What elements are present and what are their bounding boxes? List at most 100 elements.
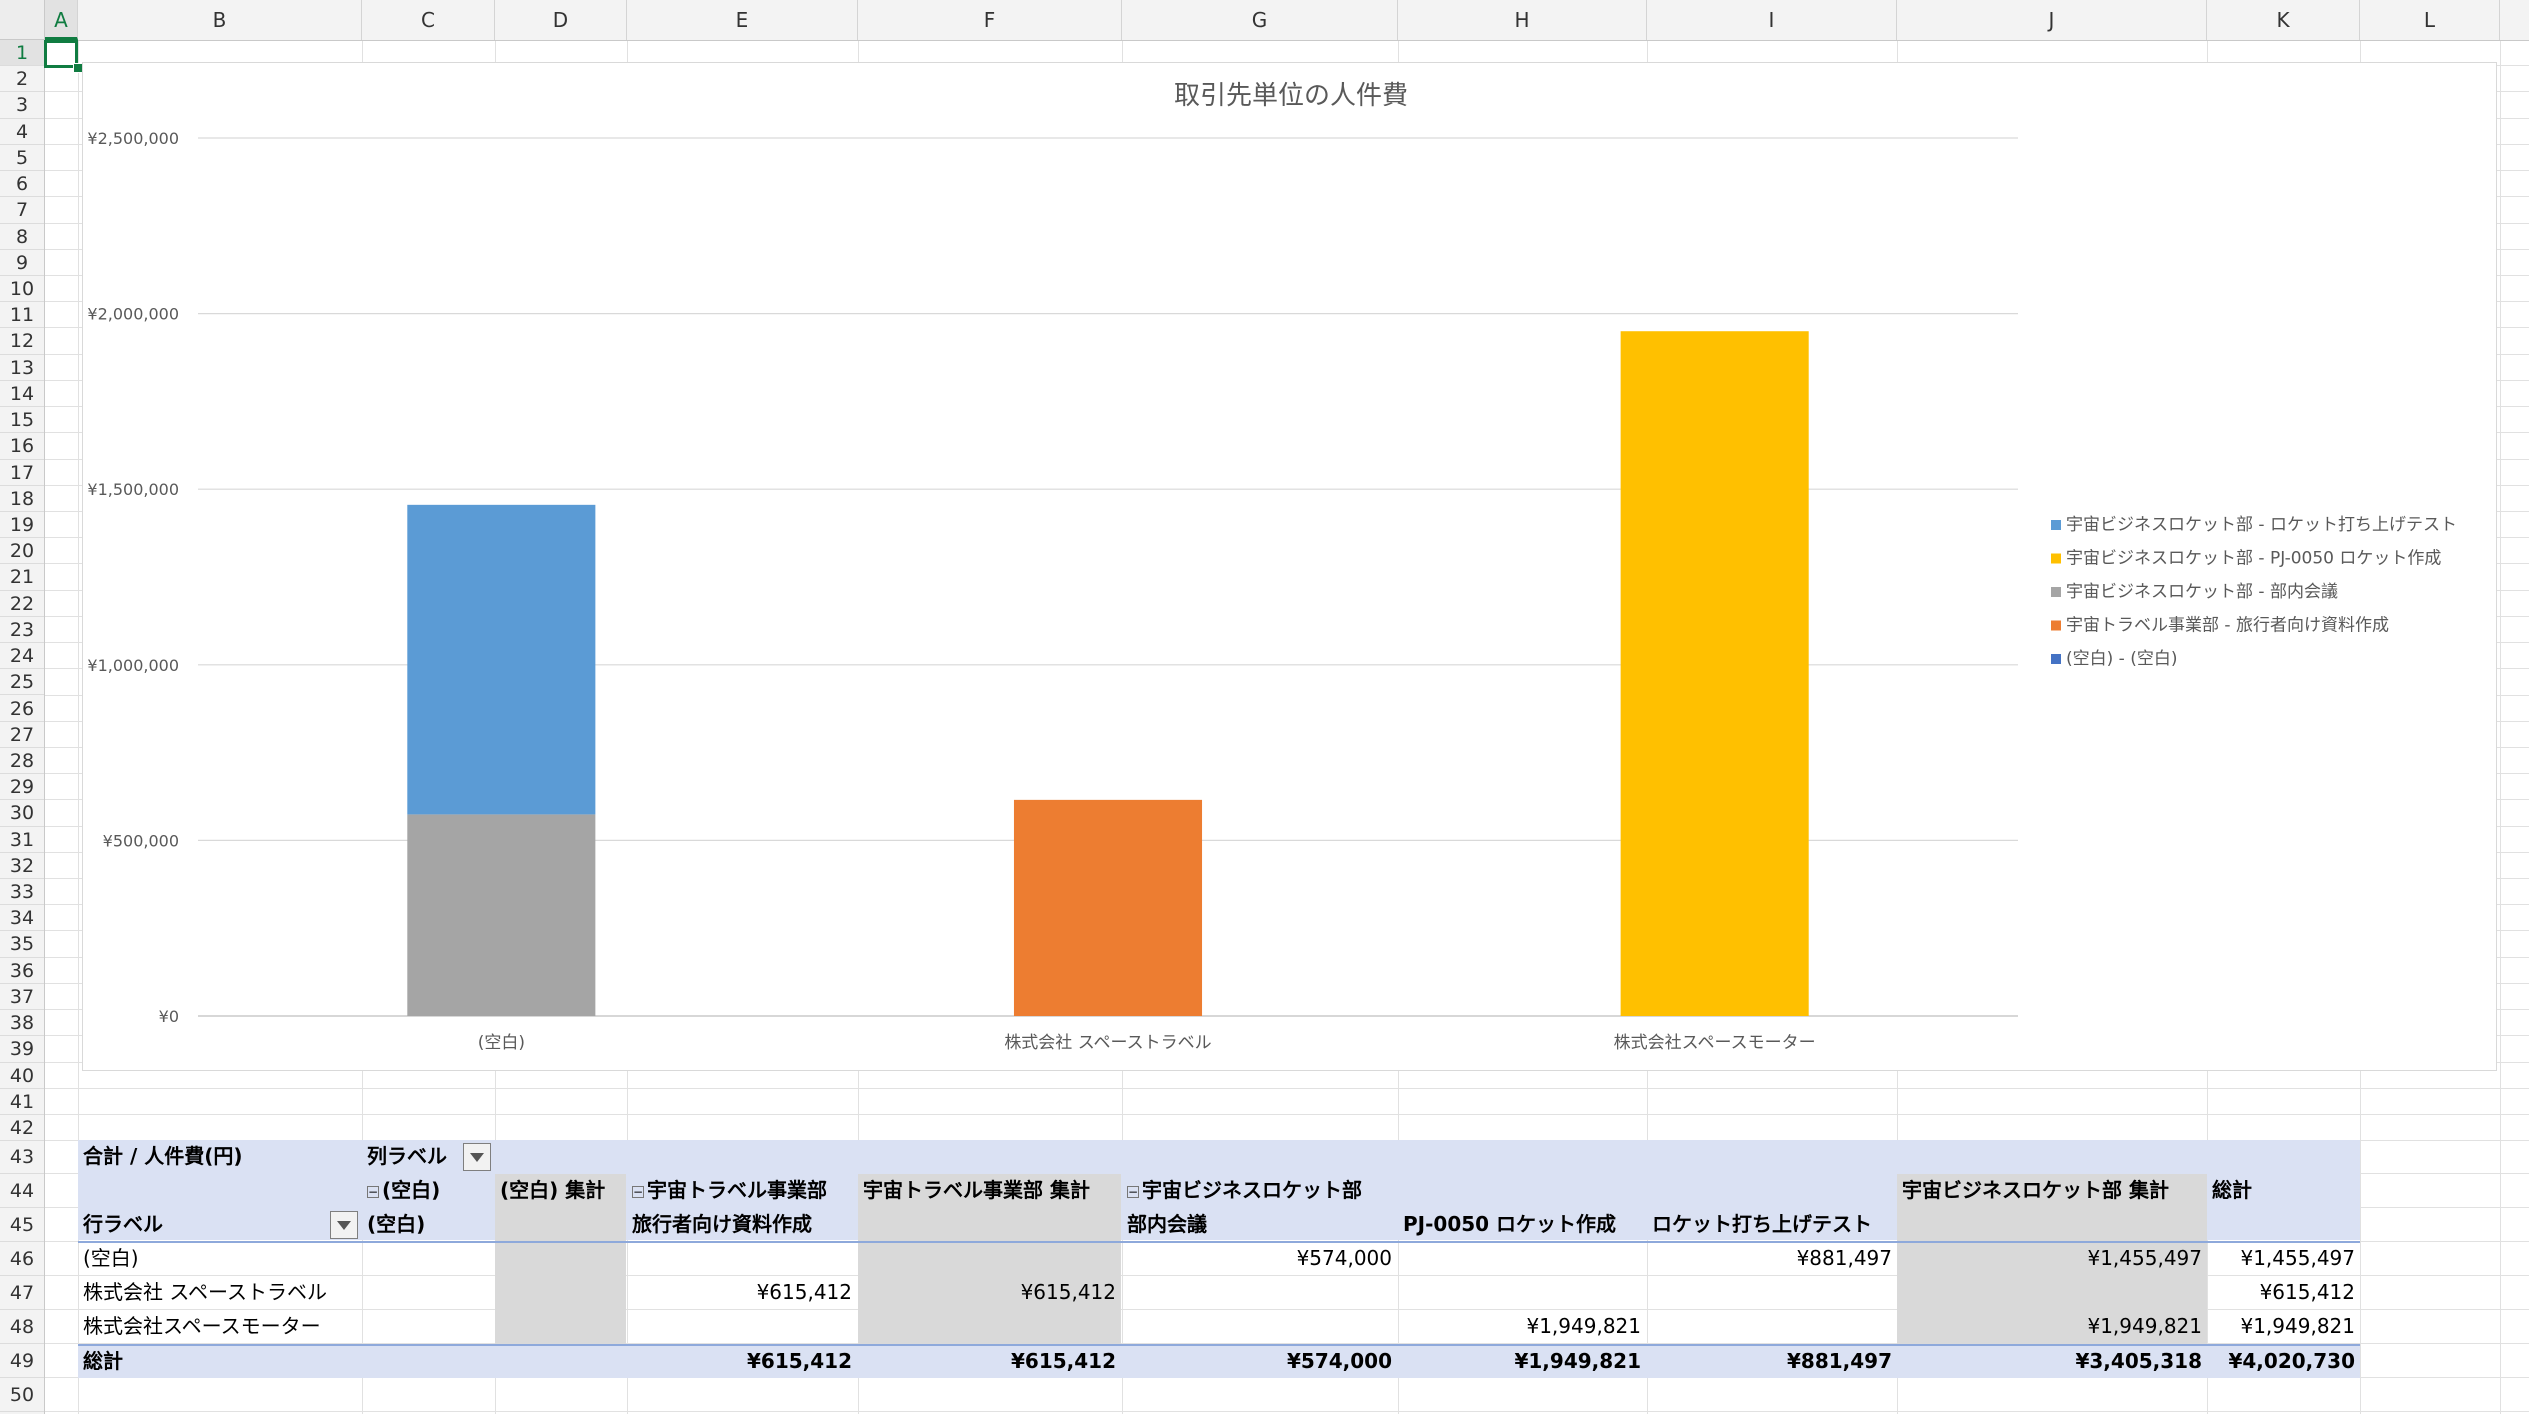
select-all-corner[interactable] xyxy=(0,0,45,40)
row-filter-dropdown[interactable] xyxy=(330,1211,358,1239)
row-header-13[interactable]: 13 xyxy=(0,355,44,381)
pivot-sum-label: 合計 / 人件費(円) xyxy=(83,1144,243,1168)
pivot-cell[interactable]: ¥615,412 xyxy=(858,1276,1121,1309)
row-header-3[interactable]: 3 xyxy=(0,92,44,119)
pivot-cell[interactable]: ¥615,412 xyxy=(627,1276,857,1309)
column-header-g[interactable]: G xyxy=(1122,0,1398,40)
column-header-h[interactable]: H xyxy=(1398,0,1647,40)
row-header-20[interactable]: 20 xyxy=(0,538,44,565)
row-header-12[interactable]: 12 xyxy=(0,328,44,355)
column-header-i[interactable]: I xyxy=(1647,0,1897,40)
row-header-48[interactable]: 48 xyxy=(0,1310,44,1344)
row-header-18[interactable]: 18 xyxy=(0,486,44,512)
row-header-11[interactable]: 11 xyxy=(0,302,44,329)
row-gridline xyxy=(45,1114,2529,1116)
row-header-7[interactable]: 7 xyxy=(0,197,44,224)
pivot-total-cell[interactable]: ¥3,405,318 xyxy=(1897,1345,2207,1378)
row-header-16[interactable]: 16 xyxy=(0,433,44,460)
pivot-cell[interactable]: ¥1,949,821 xyxy=(2207,1310,2360,1343)
row-header-24[interactable]: 24 xyxy=(0,643,44,670)
column-filter-dropdown[interactable] xyxy=(463,1143,491,1171)
travel-group-header[interactable]: − 宇宙トラベル事業部 xyxy=(627,1174,857,1207)
row-header-25[interactable]: 25 xyxy=(0,669,44,696)
row-header-6[interactable]: 6 xyxy=(0,171,44,198)
row-header-23[interactable]: 23 xyxy=(0,617,44,644)
pivot-total-cell[interactable]: ¥881,497 xyxy=(1647,1345,1897,1378)
pivot-total-cell[interactable]: ¥4,020,730 xyxy=(2207,1345,2360,1378)
row-header-22[interactable]: 22 xyxy=(0,591,44,617)
row-header-30[interactable]: 30 xyxy=(0,800,44,827)
row-header-2[interactable]: 2 xyxy=(0,66,44,93)
chart-bars xyxy=(407,331,1809,1016)
pivot-cell[interactable]: ¥615,412 xyxy=(2207,1276,2360,1309)
row-label: (空白) xyxy=(83,1246,139,1270)
row-header-14[interactable]: 14 xyxy=(0,381,44,408)
row-header-9[interactable]: 9 xyxy=(0,250,44,276)
row-header-50[interactable]: 50 xyxy=(0,1378,44,1412)
row-header-21[interactable]: 21 xyxy=(0,564,44,591)
row-header-46[interactable]: 46 xyxy=(0,1242,44,1276)
pivot-total-cell[interactable]: ¥574,000 xyxy=(1122,1345,1397,1378)
pivot-cell[interactable]: ¥1,949,821 xyxy=(1398,1310,1646,1343)
row-header-8[interactable]: 8 xyxy=(0,224,44,250)
row-header-37[interactable]: 37 xyxy=(0,984,44,1011)
x-tick-label: 株式会社 スペーストラベル xyxy=(1004,1033,1211,1053)
row-header-19[interactable]: 19 xyxy=(0,512,44,539)
pivot-cell[interactable]: ¥1,455,497 xyxy=(2207,1242,2360,1275)
row-header-35[interactable]: 35 xyxy=(0,931,44,958)
column-header-l[interactable]: L xyxy=(2360,0,2500,40)
collapse-icon[interactable]: − xyxy=(632,1185,644,1198)
rocket-group-header[interactable]: − 宇宙ビジネスロケット部 xyxy=(1122,1174,1422,1207)
blank-group-header[interactable]: − (空白) xyxy=(362,1174,496,1207)
row-header-45[interactable]: 45 xyxy=(0,1208,44,1242)
pivot-total-cell[interactable]: ¥1,949,821 xyxy=(1398,1345,1646,1378)
pivot-cell[interactable]: ¥1,949,821 xyxy=(1897,1310,2207,1343)
column-header-b[interactable]: B xyxy=(78,0,362,40)
pivot-cell[interactable]: ¥881,497 xyxy=(1647,1242,1897,1275)
row-header-44[interactable]: 44 xyxy=(0,1174,44,1208)
row-header-32[interactable]: 32 xyxy=(0,853,44,880)
row-header-39[interactable]: 39 xyxy=(0,1036,44,1063)
row-header-15[interactable]: 15 xyxy=(0,407,44,434)
row-header-31[interactable]: 31 xyxy=(0,827,44,853)
column-header-c[interactable]: C xyxy=(362,0,495,40)
row-header-29[interactable]: 29 xyxy=(0,774,44,801)
row-header-10[interactable]: 10 xyxy=(0,276,44,303)
meeting-sub-header: 部内会議 xyxy=(1127,1212,1207,1236)
pivot-cell[interactable]: ¥1,455,497 xyxy=(1897,1242,2207,1275)
row-header-40[interactable]: 40 xyxy=(0,1063,44,1089)
row-header-43[interactable]: 43 xyxy=(0,1140,44,1174)
x-tick-label: (空白) xyxy=(478,1033,525,1053)
row-header-41[interactable]: 41 xyxy=(0,1089,44,1116)
stacked-bar-chart[interactable]: 取引先単位の人件費 ¥0 ¥500,000 ¥1,000,000 ¥1,500,000… xyxy=(82,62,2497,1071)
row-header-36[interactable]: 36 xyxy=(0,958,44,984)
row-header-49[interactable]: 49 xyxy=(0,1344,44,1378)
column-header-a[interactable]: A xyxy=(45,0,78,40)
column-header-j[interactable]: J xyxy=(1897,0,2207,40)
row-header-27[interactable]: 27 xyxy=(0,722,44,748)
chart-legend: 宇宙ビジネスロケット部 - ロケット打ち上げテスト宇宙ビジネスロケット部 - P… xyxy=(2051,515,2457,669)
row-header-42[interactable]: 42 xyxy=(0,1115,44,1142)
row-header-26[interactable]: 26 xyxy=(0,696,44,722)
row-header-4[interactable]: 4 xyxy=(0,119,44,145)
row-header-33[interactable]: 33 xyxy=(0,879,44,906)
row-header-5[interactable]: 5 xyxy=(0,145,44,172)
row-header-38[interactable]: 38 xyxy=(0,1010,44,1037)
pivot-total-cell[interactable]: ¥615,412 xyxy=(858,1345,1121,1378)
pivot-cell[interactable]: ¥574,000 xyxy=(1122,1242,1397,1275)
collapse-icon[interactable]: − xyxy=(367,1185,379,1198)
row-header-28[interactable]: 28 xyxy=(0,748,44,775)
chart-canvas: 取引先単位の人件費 ¥0 ¥500,000 ¥1,000,000 ¥1,500,000… xyxy=(87,81,2457,1053)
travel-sub-header: 旅行者向け資料作成 xyxy=(632,1212,812,1236)
row-header-17[interactable]: 17 xyxy=(0,460,44,486)
column-header-k[interactable]: K xyxy=(2207,0,2360,40)
row-header-1[interactable]: 1 xyxy=(0,40,44,67)
column-header-f[interactable]: F xyxy=(858,0,1122,40)
row-header-47[interactable]: 47 xyxy=(0,1276,44,1310)
column-header-d[interactable]: D xyxy=(495,0,627,40)
column-header-e[interactable]: E xyxy=(627,0,858,40)
collapse-icon[interactable]: − xyxy=(1127,1185,1139,1198)
row-header-34[interactable]: 34 xyxy=(0,905,44,932)
legend-swatch xyxy=(2051,654,2061,664)
pivot-total-cell[interactable]: ¥615,412 xyxy=(627,1345,857,1378)
